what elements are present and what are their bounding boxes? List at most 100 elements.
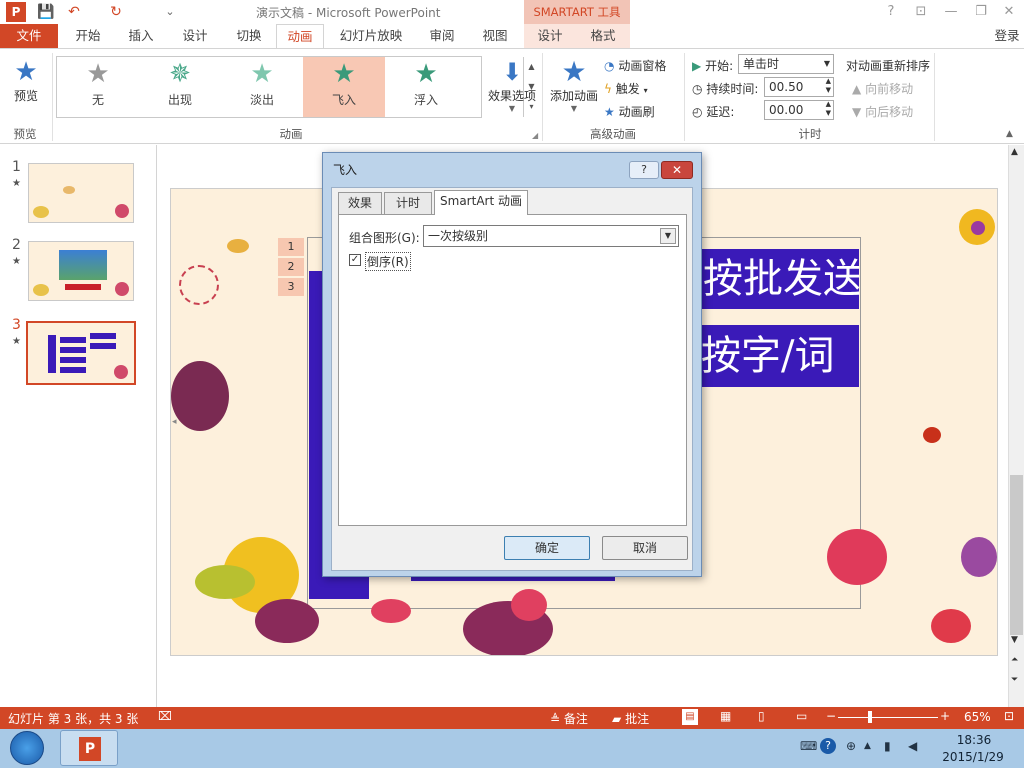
spelling-check-icon[interactable]: ⌧ <box>158 709 172 723</box>
input-method-icon[interactable]: ⊕ <box>846 739 856 753</box>
tab-slide-show[interactable]: 幻灯片放映 <box>330 24 412 48</box>
tab-view[interactable]: 视图 <box>470 24 520 48</box>
reverse-order-checkbox[interactable]: ✓ <box>349 254 361 266</box>
tab-insert[interactable]: 插入 <box>114 24 168 48</box>
window-title: 演示文稿 - Microsoft PowerPoint <box>256 6 441 20</box>
move-earlier-button[interactable]: ▲ 向前移动 <box>852 80 913 97</box>
minimize-button[interactable]: — <box>940 3 962 21</box>
help-tray-icon[interactable]: ? <box>820 738 836 754</box>
animation-order-tag[interactable]: 1 <box>278 238 304 256</box>
zoom-in-icon[interactable]: + <box>940 709 950 723</box>
separator <box>542 53 543 141</box>
customize-quick-access-icon[interactable]: ⌄ <box>160 2 180 22</box>
vertical-scrollbar[interactable]: ▲ ▼ ⏶ ⏷ <box>1008 145 1024 707</box>
dropdown-arrow-icon[interactable]: ▼ <box>660 228 676 244</box>
ribbon-display-options-button[interactable]: ⊡ <box>910 3 932 21</box>
reading-view-icon[interactable]: ▯ <box>758 709 765 723</box>
maximize-button[interactable]: ❐ <box>970 3 992 21</box>
sun-center-decoration <box>971 221 985 235</box>
tab-smartart-design[interactable]: 设计 <box>524 24 576 48</box>
slide-thumbnail-1[interactable] <box>28 163 134 223</box>
gallery-item-label: 出现 <box>167 93 192 107</box>
zoom-slider-thumb[interactable] <box>868 711 872 723</box>
gallery-item-appear[interactable]: ✵ 出现 <box>139 57 221 117</box>
redo-icon[interactable]: ↻ <box>106 2 126 22</box>
cancel-button[interactable]: 取消 <box>602 536 688 560</box>
fit-slide-icon[interactable]: ⊡ <box>1004 709 1014 723</box>
zoom-slider-track[interactable] <box>838 717 938 718</box>
animation-painter-button[interactable]: ★ 动画刷 <box>604 103 655 120</box>
slide-thumbnail-2[interactable] <box>28 241 134 301</box>
close-button[interactable]: ✕ <box>998 3 1020 21</box>
gallery-item-label: 浮入 <box>413 93 438 107</box>
dialog-close-button[interactable]: ✕ <box>661 161 693 179</box>
group-graphic-value: 一次按级别 <box>428 229 489 243</box>
collapse-text-pane-icon[interactable]: ◂ <box>172 417 177 427</box>
dialog-tab-smartart-animation[interactable]: SmartArt 动画 <box>434 190 528 215</box>
tab-format[interactable]: 格式 <box>576 24 630 48</box>
dialog-tab-timing[interactable]: 计时 <box>384 192 432 214</box>
previous-slide-icon[interactable]: ⏶ <box>1011 655 1018 665</box>
start-button-icon[interactable] <box>10 731 44 765</box>
animation-gallery: ★ 无 ✵ 出现 ★ 淡出 ★ 飞入 ★ 浮入 ▲ ▼ ▾ <box>56 56 535 118</box>
tab-review[interactable]: 审阅 <box>416 24 468 48</box>
show-hidden-icons[interactable]: ▲ <box>864 741 871 751</box>
delay-spinner[interactable]: 00.00 ▲ ▼ <box>764 100 834 120</box>
group-graphic-label: 组合图形(G): <box>349 231 420 245</box>
reverse-order-label[interactable]: 倒序(R) <box>365 252 411 271</box>
preview-button[interactable]: ★ 预览 <box>6 57 46 117</box>
tab-design[interactable]: 设计 <box>168 24 222 48</box>
clock-date[interactable]: 2015/1/29 <box>938 750 1008 764</box>
tab-transitions[interactable]: 切换 <box>222 24 276 48</box>
gallery-item-fly-in[interactable]: ★ 飞入 <box>303 57 385 117</box>
scroll-thumb[interactable] <box>1010 475 1023 635</box>
next-slide-icon[interactable]: ⏷ <box>1011 675 1018 685</box>
save-icon[interactable]: 💾 <box>36 2 56 22</box>
network-icon[interactable]: ▮ <box>884 739 891 753</box>
clock-time[interactable]: 18:36 <box>944 733 1004 747</box>
slide-thumbnail-3[interactable] <box>26 321 136 385</box>
smartart-animation-panel: 组合图形(G): 一次按级别 ▼ ✓ 倒序(R) <box>338 214 687 526</box>
ok-button[interactable]: 确定 <box>504 536 590 560</box>
scroll-down-icon[interactable]: ▼ <box>1011 635 1018 645</box>
animation-order-tag[interactable]: 2 <box>278 258 304 276</box>
dialog-launcher-icon[interactable]: ◢ <box>532 131 538 140</box>
zoom-level[interactable]: 65% <box>964 710 991 724</box>
normal-view-icon[interactable]: ▤ <box>682 709 698 725</box>
taskbar-powerpoint-button[interactable]: P <box>60 730 118 766</box>
group-graphic-dropdown[interactable]: 一次按级别 ▼ <box>423 225 679 247</box>
status-bar: 幻灯片 第 3 张，共 3 张 ⌧ ≜ 备注 ▰ 批注 ▤ ▦ ▯ ▭ − + … <box>0 707 1024 729</box>
zoom-out-icon[interactable]: − <box>826 709 836 723</box>
slide-sorter-icon[interactable]: ▦ <box>720 709 731 723</box>
keyboard-icon[interactable]: ⌨ <box>800 739 817 753</box>
powerpoint-app-icon[interactable]: P <box>6 2 26 22</box>
duration-spinner[interactable]: 00.50 ▲ ▼ <box>764 77 834 97</box>
login-link[interactable]: 登录 <box>990 24 1024 48</box>
collapse-ribbon-icon[interactable]: ▲ <box>1006 129 1013 139</box>
slide-show-icon[interactable]: ▭ <box>796 709 807 723</box>
tab-file[interactable]: 文件 <box>0 24 58 48</box>
gallery-item-float-in[interactable]: ★ 浮入 <box>385 57 467 117</box>
gallery-item-fade[interactable]: ★ 淡出 <box>221 57 303 117</box>
tab-home[interactable]: 开始 <box>62 24 114 48</box>
ribbon-tab-bar: 文件 开始 插入 设计 切换 动画 幻灯片放映 审阅 视图 设计 格式 登录 <box>0 24 1024 48</box>
notes-button[interactable]: ≜ 备注 <box>550 710 588 727</box>
tab-animations[interactable]: 动画 <box>276 24 324 48</box>
help-button[interactable]: ? <box>880 3 902 21</box>
dialog-help-button[interactable]: ? <box>629 161 659 179</box>
start-dropdown[interactable]: 单击时 ▼ <box>738 54 834 74</box>
trigger-button[interactable]: ϟ 触发 ▾ <box>604 80 648 97</box>
spinner-arrows-icon[interactable]: ▲ ▼ <box>826 100 831 118</box>
effect-options-button[interactable]: ⬇ 效果选项 ▼ <box>486 57 538 113</box>
add-animation-button[interactable]: ★ 添加动画 ▼ <box>548 57 600 114</box>
undo-icon[interactable]: ↶ <box>64 2 84 22</box>
gallery-item-none[interactable]: ★ 无 <box>57 57 139 117</box>
scroll-up-icon[interactable]: ▲ <box>1011 147 1018 157</box>
move-later-button[interactable]: ▼ 向后移动 <box>852 103 913 120</box>
volume-icon[interactable]: ◀ <box>908 739 917 753</box>
animation-pane-button[interactable]: ◔ 动画窗格 <box>604 57 666 74</box>
comments-button[interactable]: ▰ 批注 <box>612 710 649 727</box>
animation-order-tag[interactable]: 3 <box>278 278 304 296</box>
dialog-tab-effect[interactable]: 效果 <box>338 192 382 214</box>
spinner-arrows-icon[interactable]: ▲ ▼ <box>826 77 831 95</box>
